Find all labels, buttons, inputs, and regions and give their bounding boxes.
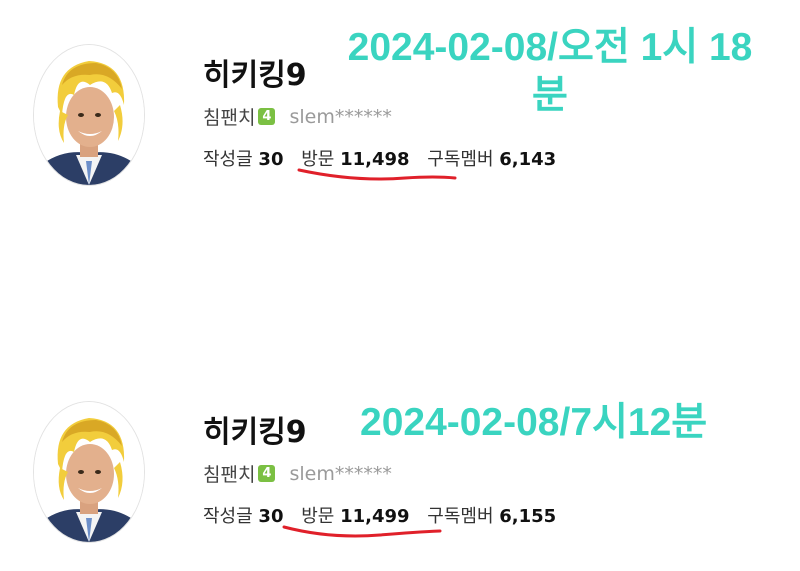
user-id: slem******: [289, 462, 392, 485]
nickname[interactable]: 히키킹9: [203, 407, 307, 451]
grade-level-badge: 4: [258, 465, 276, 482]
grade-row: 침팬치 4 slem******: [203, 460, 392, 487]
nickname[interactable]: 히키킹9: [203, 50, 307, 94]
members-label: 구독멤버: [427, 149, 494, 170]
avatar[interactable]: [33, 44, 145, 186]
grade-label: 침팬치: [203, 107, 256, 129]
members-count[interactable]: 6,143: [499, 149, 556, 170]
timestamp-annotation: 2024-02-08/7시12분: [360, 401, 708, 444]
posts-count[interactable]: 30: [258, 506, 283, 527]
members-label: 구독멤버: [427, 506, 494, 527]
visits-label: 방문: [301, 149, 335, 170]
visits-count: 11,498: [340, 149, 410, 170]
visits-count: 11,499: [340, 506, 410, 527]
members-count[interactable]: 6,155: [499, 506, 556, 527]
stats-row: 작성글 30 방문 11,499 구독멤버 6,155: [203, 502, 568, 528]
posts-label: 작성글: [203, 149, 253, 170]
posts-count[interactable]: 30: [258, 149, 283, 170]
grade-label: 침팬치: [203, 464, 256, 486]
grade-level-badge: 4: [258, 108, 276, 125]
profile-card: 히키킹9 침팬치 4 slem****** 작성글 30 방문 11,499 구…: [0, 357, 800, 557]
visits-label: 방문: [301, 506, 335, 527]
stats-row: 작성글 30 방문 11,498 구독멤버 6,143: [203, 145, 568, 171]
posts-label: 작성글: [203, 506, 253, 527]
profile-card: 히키킹9 침팬치 4 slem****** 작성글 30 방문 11,498 구…: [0, 0, 800, 200]
timestamp-annotation: 2024-02-08/오전 1시 18분: [347, 26, 753, 117]
avatar[interactable]: [33, 401, 145, 543]
